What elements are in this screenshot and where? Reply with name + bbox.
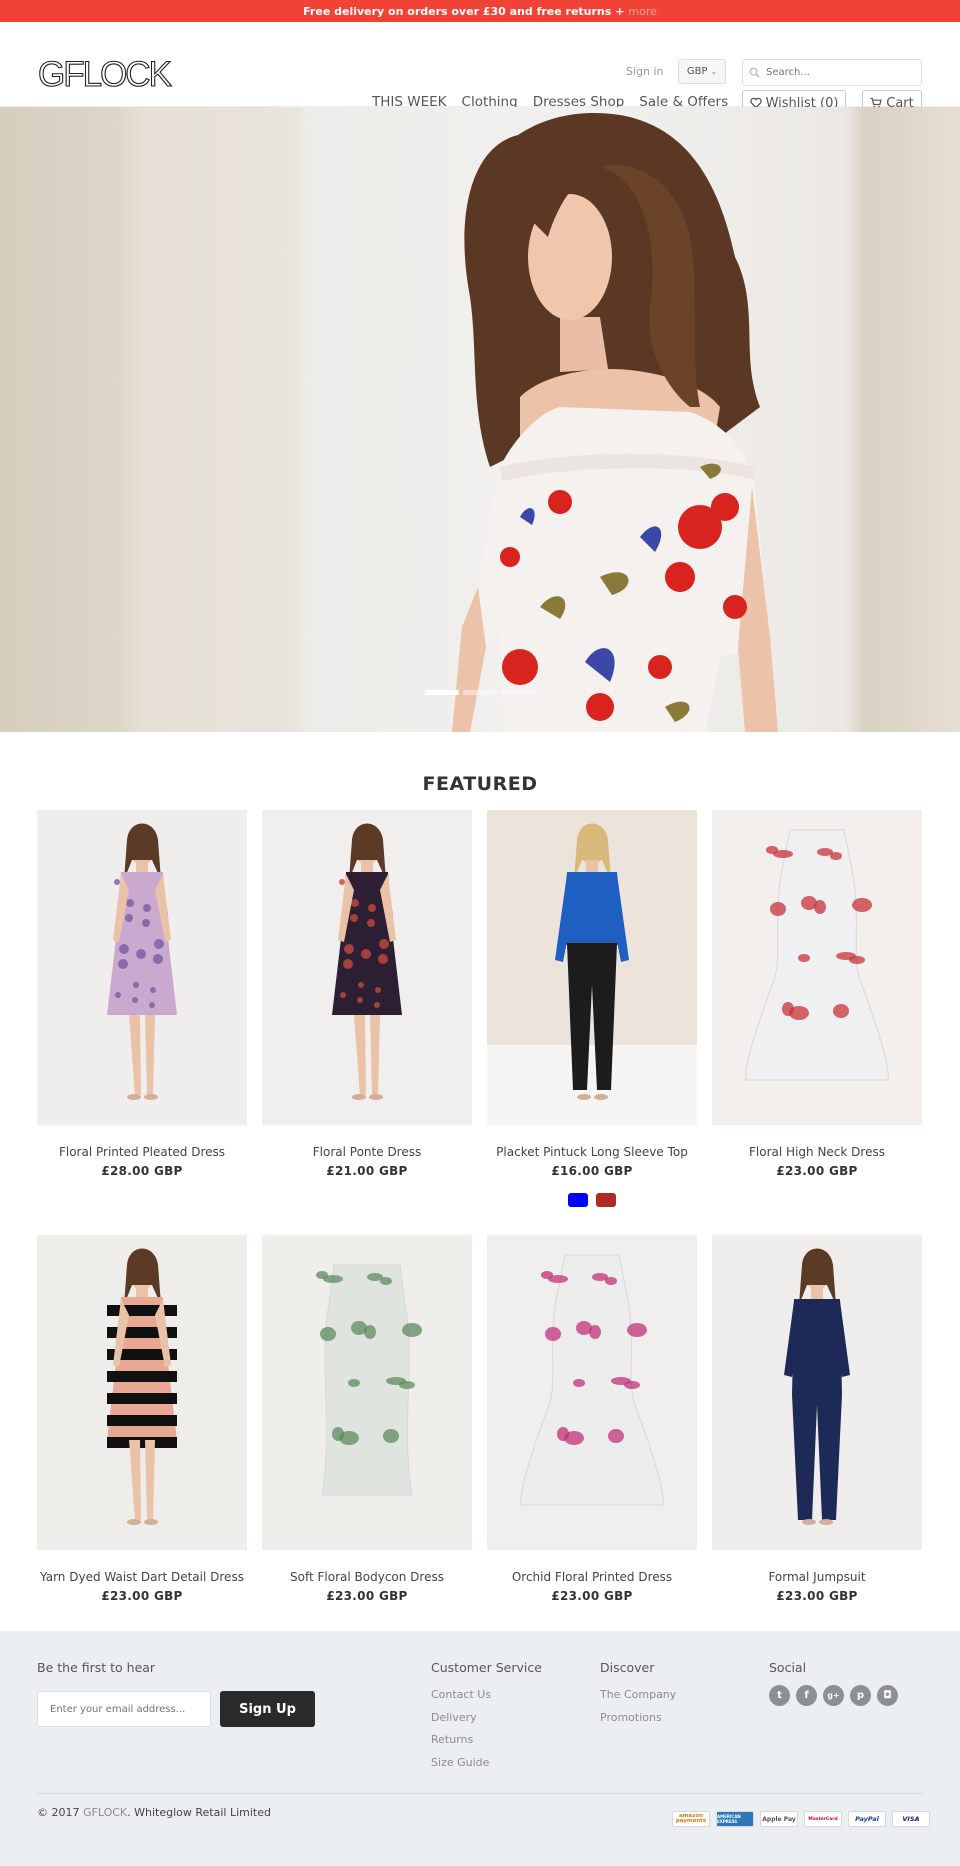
hero-slider[interactable] bbox=[0, 107, 960, 732]
product-name[interactable]: Floral High Neck Dress bbox=[712, 1145, 922, 1159]
currency-select[interactable]: GBP ⌄ bbox=[678, 59, 726, 84]
product-price: £21.00 GBP bbox=[326, 1164, 408, 1178]
product-price: £28.00 GBP bbox=[101, 1164, 183, 1178]
slide-dot-2[interactable] bbox=[463, 690, 497, 695]
footer-link-contact-us[interactable]: Contact Us bbox=[431, 1688, 491, 1701]
search-input[interactable] bbox=[766, 67, 916, 78]
sign-in-link[interactable]: Sign in bbox=[626, 65, 664, 78]
product-name[interactable]: Placket Pintuck Long Sleeve Top bbox=[487, 1145, 697, 1159]
product-price: £23.00 GBP bbox=[101, 1589, 183, 1603]
amex-icon: AMERICAN EXPRESS bbox=[716, 1811, 754, 1827]
product-card[interactable]: Floral High Neck Dress £23.00 GBP bbox=[712, 810, 922, 1207]
product-price: £23.00 GBP bbox=[326, 1589, 408, 1603]
product-card[interactable]: Formal Jumpsuit £23.00 GBP bbox=[712, 1235, 922, 1603]
newsletter-email-box[interactable] bbox=[37, 1691, 211, 1727]
product-price: £23.00 GBP bbox=[551, 1589, 633, 1603]
site-footer: Be the first to hear Sign Up Customer Se… bbox=[0, 1631, 960, 1866]
product-card[interactable]: Floral Printed Pleated Dress £28.00 GBP bbox=[37, 810, 247, 1207]
product-name[interactable]: Yarn Dyed Waist Dart Detail Dress bbox=[37, 1570, 247, 1584]
footer-link-size-guide[interactable]: Size Guide bbox=[431, 1756, 489, 1769]
product-card[interactable]: Floral Ponte Dress £21.00 GBP bbox=[262, 810, 472, 1207]
product-image[interactable] bbox=[262, 1235, 472, 1550]
search-box[interactable] bbox=[742, 59, 922, 86]
product-image[interactable] bbox=[37, 1235, 247, 1550]
footer-link-promotions[interactable]: Promotions bbox=[600, 1711, 662, 1724]
discover-heading: Discover bbox=[600, 1660, 655, 1675]
logo-wordmark: GFLOCK bbox=[37, 54, 174, 94]
product-card[interactable]: Soft Floral Bodycon Dress £23.00 GBP bbox=[262, 1235, 472, 1603]
product-name[interactable]: Floral Printed Pleated Dress bbox=[37, 1145, 247, 1159]
social-heading: Social bbox=[769, 1660, 807, 1675]
search-icon bbox=[749, 67, 760, 78]
copyright-brand-link[interactable]: GFLOCK bbox=[83, 1806, 127, 1819]
facebook-icon[interactable]: f bbox=[796, 1685, 817, 1706]
footer-link-delivery[interactable]: Delivery bbox=[431, 1711, 477, 1724]
customer-service-heading: Customer Service bbox=[431, 1660, 542, 1675]
product-photo bbox=[262, 810, 472, 1125]
product-image[interactable] bbox=[37, 810, 247, 1125]
footer-link-the-company[interactable]: The Company bbox=[600, 1688, 676, 1701]
payment-methods: amazon payments AMERICAN EXPRESS Apple P… bbox=[672, 1811, 930, 1827]
promo-text: Free delivery on orders over £30 and fre… bbox=[303, 4, 612, 18]
site-logo[interactable]: GFLOCK bbox=[37, 54, 186, 94]
slide-dot-3[interactable] bbox=[501, 690, 535, 695]
swatch-blue[interactable] bbox=[568, 1193, 588, 1207]
apple-pay-icon: Apple Pay bbox=[760, 1811, 798, 1827]
instagram-icon[interactable]: ◘ bbox=[877, 1685, 898, 1706]
product-name[interactable]: Floral Ponte Dress bbox=[262, 1145, 472, 1159]
site-header: GFLOCK Sign in GBP ⌄ THIS WEEK Clothing … bbox=[0, 22, 960, 116]
product-name[interactable]: Orchid Floral Printed Dress bbox=[487, 1570, 697, 1584]
newsletter-email-input[interactable] bbox=[50, 1703, 200, 1715]
product-image[interactable] bbox=[712, 1235, 922, 1550]
product-card[interactable]: Yarn Dyed Waist Dart Detail Dress £23.00… bbox=[37, 1235, 247, 1603]
promo-plus: + bbox=[615, 4, 625, 18]
slider-pagination bbox=[425, 690, 535, 695]
product-photo bbox=[487, 810, 697, 1125]
slide-dot-1[interactable] bbox=[425, 690, 459, 695]
google-plus-icon[interactable]: g+ bbox=[823, 1685, 844, 1706]
copyright-prefix: © 2017 bbox=[37, 1806, 83, 1819]
color-swatches bbox=[487, 1193, 697, 1207]
product-photo bbox=[712, 810, 922, 1125]
product-photo bbox=[37, 1235, 247, 1550]
product-card[interactable]: Orchid Floral Printed Dress £23.00 GBP bbox=[487, 1235, 697, 1603]
featured-title: FEATURED bbox=[422, 773, 538, 795]
product-photo bbox=[712, 1235, 922, 1550]
mastercard-icon: MasterCard bbox=[804, 1811, 842, 1827]
pinterest-icon[interactable]: p bbox=[850, 1685, 871, 1706]
twitter-icon[interactable]: t bbox=[769, 1685, 790, 1706]
currency-value: GBP bbox=[686, 66, 708, 77]
chevron-down-icon: ⌄ bbox=[710, 67, 718, 76]
promo-more-link[interactable]: more bbox=[628, 5, 657, 18]
product-grid-row-2: Yarn Dyed Waist Dart Detail Dress £23.00… bbox=[37, 1235, 923, 1603]
footer-divider bbox=[37, 1793, 923, 1794]
product-photo bbox=[487, 1235, 697, 1550]
sign-up-button[interactable]: Sign Up bbox=[220, 1691, 315, 1727]
product-name[interactable]: Soft Floral Bodycon Dress bbox=[262, 1570, 472, 1584]
copyright: © 2017 GFLOCK. Whiteglow Retail Limited bbox=[37, 1806, 271, 1819]
hero-image bbox=[452, 113, 778, 732]
swatch-red[interactable] bbox=[596, 1193, 616, 1207]
product-photo bbox=[262, 1235, 472, 1550]
product-image[interactable] bbox=[262, 810, 472, 1125]
copyright-suffix: . Whiteglow Retail Limited bbox=[127, 1806, 271, 1819]
amazon-payments-icon: amazon payments bbox=[672, 1811, 710, 1827]
product-photo bbox=[37, 810, 247, 1125]
product-price: £16.00 GBP bbox=[551, 1164, 633, 1178]
visa-icon: VISA bbox=[892, 1811, 930, 1827]
product-price: £23.00 GBP bbox=[776, 1589, 858, 1603]
paypal-icon: PayPal bbox=[848, 1811, 886, 1827]
product-card[interactable]: Placket Pintuck Long Sleeve Top £16.00 G… bbox=[487, 810, 697, 1207]
newsletter-heading: Be the first to hear bbox=[37, 1660, 156, 1675]
footer-link-returns[interactable]: Returns bbox=[431, 1733, 473, 1746]
social-links: t f g+ p ◘ bbox=[769, 1685, 898, 1706]
product-image[interactable] bbox=[487, 1235, 697, 1550]
product-image[interactable] bbox=[487, 810, 697, 1125]
promo-bar: Free delivery on orders over £30 and fre… bbox=[0, 0, 960, 22]
product-grid-row-1: Floral Printed Pleated Dress £28.00 GBP … bbox=[37, 810, 923, 1207]
product-image[interactable] bbox=[712, 810, 922, 1125]
product-price: £23.00 GBP bbox=[776, 1164, 858, 1178]
svg-text:GFLOCK: GFLOCK bbox=[38, 56, 172, 92]
product-name[interactable]: Formal Jumpsuit bbox=[712, 1570, 922, 1584]
